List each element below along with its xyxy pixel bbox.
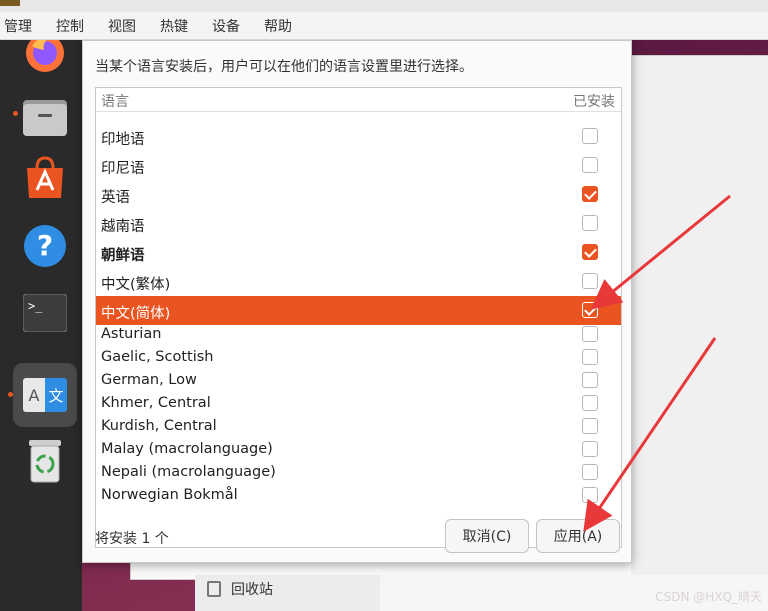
language-name: Asturian: [101, 326, 162, 342]
installed-checkbox[interactable]: [582, 487, 598, 503]
files-running-dot: [13, 111, 18, 116]
host-app-icon: [0, 0, 20, 6]
help-icon[interactable]: ?: [20, 221, 70, 271]
background-window-panel: [631, 56, 768, 581]
language-list-header: 语言 已安装: [96, 88, 621, 112]
language-name: Malay (macrolanguage): [101, 441, 273, 457]
svg-text:?: ?: [37, 229, 53, 262]
language-row[interactable]: 越南语: [96, 209, 621, 238]
language-running-dot: [8, 392, 13, 397]
apply-button[interactable]: 应用(A): [536, 519, 620, 553]
terminal-icon[interactable]: >_: [20, 288, 70, 338]
menu-view[interactable]: 视图: [108, 16, 136, 36]
language-name: 英语: [101, 190, 130, 206]
app-center-icon[interactable]: [20, 153, 70, 203]
language-name: 朝鲜语: [101, 248, 145, 264]
language-support-icon[interactable]: A 文: [20, 370, 70, 420]
column-header-installed[interactable]: 已安装: [573, 91, 615, 111]
host-top-strip: [0, 0, 768, 12]
trash-icon[interactable]: [20, 436, 70, 486]
language-icon-cjk: 文: [45, 378, 67, 412]
host-menubar: 管理 控制 视图 热键 设备 帮助: [0, 12, 768, 40]
menu-devices[interactable]: 设备: [212, 16, 240, 36]
cancel-button[interactable]: 取消(C): [445, 519, 529, 553]
column-header-language[interactable]: 语言: [101, 91, 129, 111]
language-name: 中文(简体): [101, 306, 171, 322]
language-row[interactable]: 朝鲜语: [96, 238, 621, 267]
language-name: 印地语: [101, 132, 145, 148]
trash-label: 回收站: [231, 582, 273, 598]
language-name: 印尼语: [101, 161, 145, 177]
language-name: Kurdish, Central: [101, 418, 217, 434]
language-name: 越南语: [101, 219, 145, 235]
background-trash-entry: 回收站: [195, 575, 380, 611]
installed-checkbox[interactable]: [582, 215, 598, 231]
menu-manage[interactable]: 管理: [4, 16, 32, 36]
dock: ? >_ A 文: [0, 34, 82, 611]
language-icon-latin: A: [23, 378, 45, 412]
installed-checkbox[interactable]: [582, 464, 598, 480]
svg-text:>_: >_: [28, 299, 43, 313]
language-name: 中文(繁体): [101, 277, 171, 293]
language-name: German, Low: [101, 372, 197, 388]
files-icon[interactable]: [20, 92, 70, 142]
language-row[interactable]: Malay (macrolanguage): [96, 439, 621, 462]
language-row[interactable]: Norwegian Bokmål: [96, 485, 621, 508]
menu-help[interactable]: 帮助: [264, 16, 292, 36]
language-row[interactable]: Nepali (macrolanguage): [96, 462, 621, 485]
language-row[interactable]: 中文(繁体): [96, 267, 621, 296]
installed-checkbox[interactable]: [582, 395, 598, 411]
installed-checkbox[interactable]: [582, 349, 598, 365]
menu-hotkeys[interactable]: 热键: [160, 16, 188, 36]
dialog-intro-text: 当某个语言安装后，用户可以在他们的语言设置里进行选择。: [95, 59, 473, 75]
language-row[interactable]: Khmer, Central: [96, 393, 621, 416]
install-status-text: 将安装 1 个: [95, 531, 169, 547]
language-row[interactable]: Gaelic, Scottish: [96, 347, 621, 370]
installed-checkbox[interactable]: [582, 326, 598, 342]
trash-small-icon: [207, 581, 221, 597]
language-name: Gaelic, Scottish: [101, 349, 214, 365]
installed-checkbox[interactable]: [582, 157, 598, 173]
install-languages-dialog: 当某个语言安装后，用户可以在他们的语言设置里进行选择。 语言 已安装 印地语印尼…: [82, 40, 632, 563]
language-row[interactable]: German, Low: [96, 370, 621, 393]
installed-checkbox[interactable]: [582, 186, 598, 202]
language-row[interactable]: Asturian: [96, 324, 621, 347]
installed-checkbox[interactable]: [582, 372, 598, 388]
menu-control[interactable]: 控制: [56, 16, 84, 36]
language-name: Nepali (macrolanguage): [101, 464, 276, 480]
watermark: CSDN @HXQ_晴天: [655, 590, 762, 604]
installed-checkbox[interactable]: [582, 128, 598, 144]
installed-checkbox[interactable]: [582, 244, 598, 260]
language-row[interactable]: 印尼语: [96, 151, 621, 180]
language-name: Khmer, Central: [101, 395, 211, 411]
language-list[interactable]: 语言 已安装 印地语印尼语英语越南语朝鲜语中文(繁体) 中文(简体) Asturia…: [95, 87, 622, 548]
installed-checkbox[interactable]: [582, 273, 598, 289]
language-row[interactable]: 英语: [96, 180, 621, 209]
installed-checkbox[interactable]: [582, 441, 598, 457]
language-name: Norwegian Bokmål: [101, 487, 238, 503]
language-row[interactable]: Kurdish, Central: [96, 416, 621, 439]
installed-checkbox[interactable]: [582, 418, 598, 434]
language-row[interactable]: 中文(简体): [96, 296, 621, 325]
language-row[interactable]: 印地语: [96, 122, 621, 151]
installed-checkbox[interactable]: [582, 302, 598, 318]
